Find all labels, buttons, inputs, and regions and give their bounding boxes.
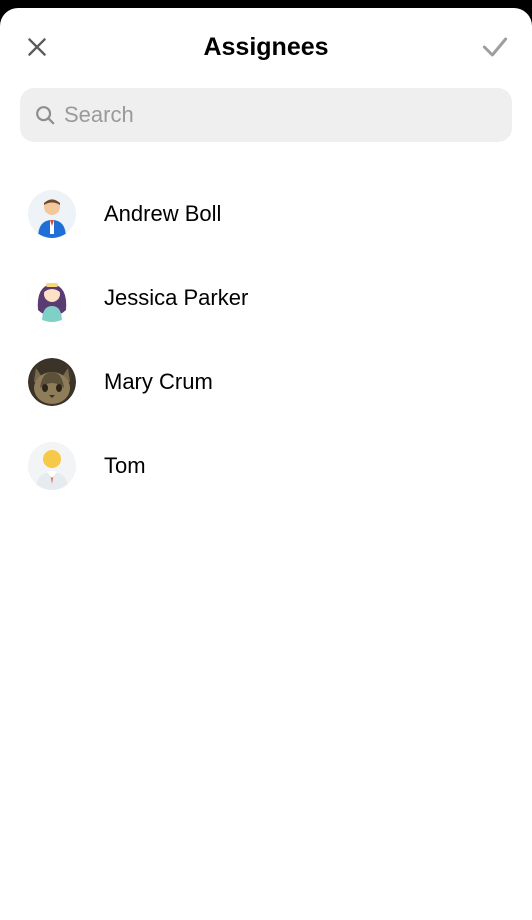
assignees-sheet: Assignees Andr: [0, 8, 532, 920]
avatar: [28, 274, 76, 322]
list-item[interactable]: Andrew Boll: [0, 172, 532, 256]
avatar-woman-icon: [28, 274, 76, 322]
assignee-name: Tom: [104, 453, 146, 479]
avatar-person-icon: [28, 442, 76, 490]
close-button[interactable]: [20, 30, 54, 64]
page-title: Assignees: [54, 33, 478, 62]
assignee-list: Andrew Boll Jessica Parker: [0, 152, 532, 528]
assignee-name: Jessica Parker: [104, 285, 248, 311]
assignee-name: Andrew Boll: [104, 201, 221, 227]
search-icon: [34, 104, 56, 126]
avatar: [28, 358, 76, 406]
close-icon: [24, 34, 50, 60]
search-field[interactable]: [20, 88, 512, 142]
header: Assignees: [0, 8, 532, 80]
confirm-button[interactable]: [478, 30, 512, 64]
avatar-cat-icon: [28, 358, 76, 406]
assignee-name: Mary Crum: [104, 369, 213, 395]
list-item[interactable]: Mary Crum: [0, 340, 532, 424]
checkmark-icon: [479, 31, 511, 63]
avatar-man-icon: [28, 190, 76, 238]
search-input[interactable]: [64, 102, 498, 128]
avatar: [28, 190, 76, 238]
avatar: [28, 442, 76, 490]
list-item[interactable]: Jessica Parker: [0, 256, 532, 340]
list-item[interactable]: Tom: [0, 424, 532, 508]
